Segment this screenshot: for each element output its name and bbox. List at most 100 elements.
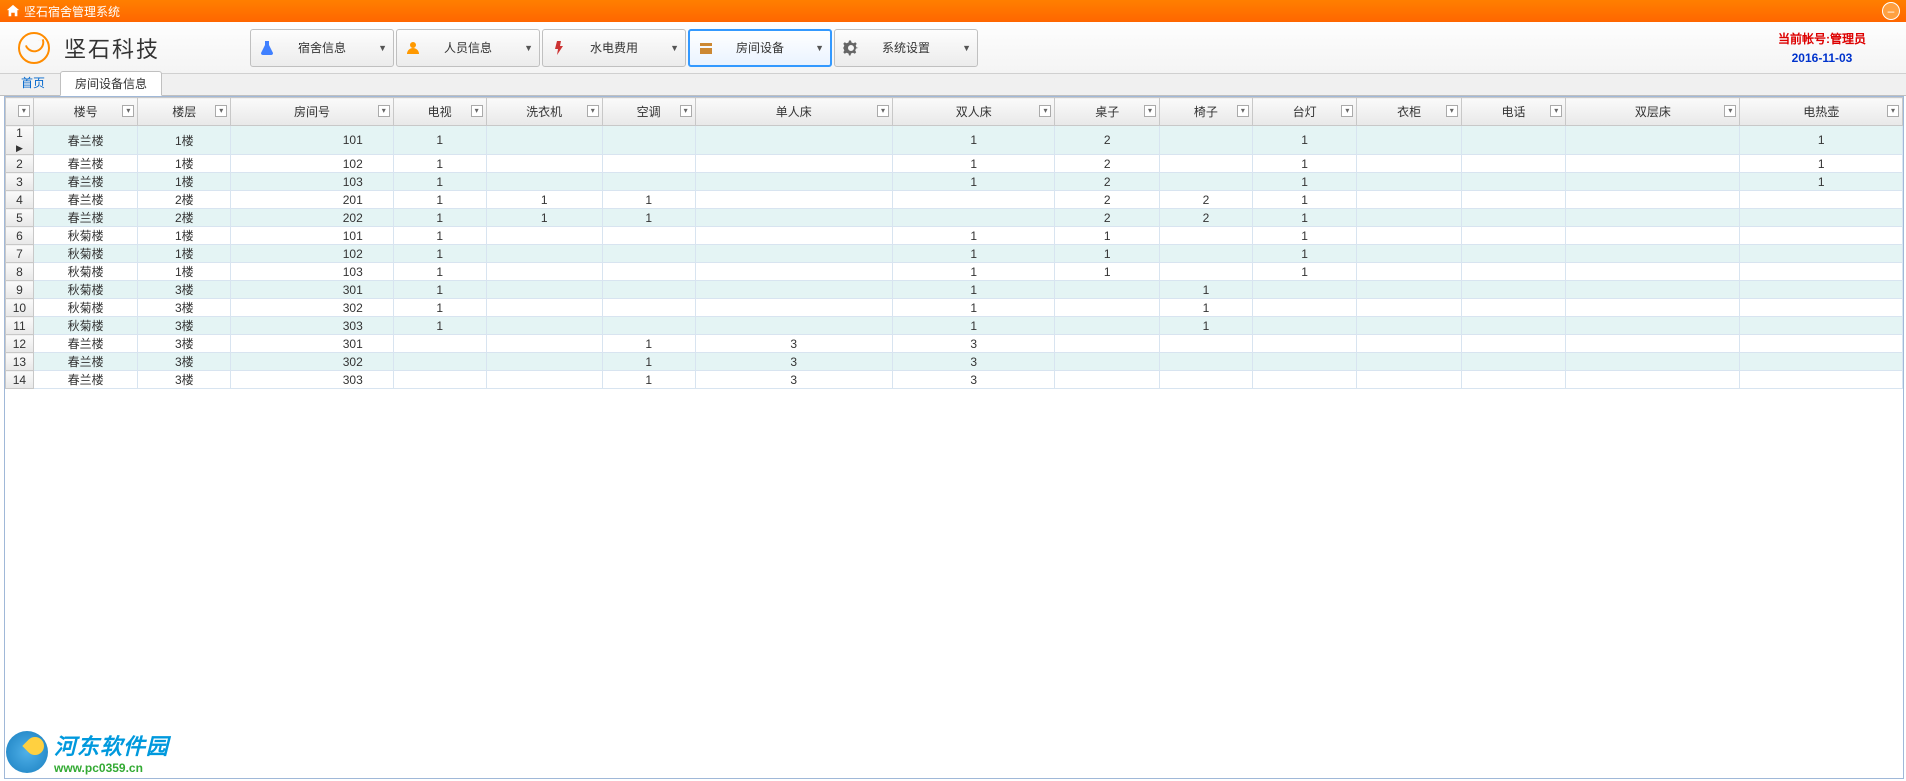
cell-building[interactable]: 秋菊楼 [33, 245, 137, 263]
cell-lamp[interactable]: 1 [1252, 227, 1356, 245]
cell-double_bed[interactable]: 3 [892, 353, 1055, 371]
cell-ac[interactable]: 1 [602, 209, 695, 227]
menu-equip[interactable]: 房间设备▼ [688, 29, 832, 67]
table-row[interactable]: 4春兰楼2楼201111221 [6, 191, 1903, 209]
cell-double_bed[interactable]: 1 [892, 155, 1055, 173]
filter-dropdown-icon[interactable]: ▾ [215, 105, 227, 117]
cell-wardrobe[interactable] [1357, 371, 1461, 389]
cell-wardrobe[interactable] [1357, 155, 1461, 173]
cell-bunk[interactable] [1566, 281, 1740, 299]
menu-people[interactable]: 人员信息▼ [396, 29, 540, 67]
cell-chair[interactable] [1159, 335, 1252, 353]
cell-chair[interactable]: 1 [1159, 299, 1252, 317]
cell-double_bed[interactable]: 1 [892, 173, 1055, 191]
table-row[interactable]: 7秋菊楼1楼1021111 [6, 245, 1903, 263]
table-row[interactable]: 14春兰楼3楼303133 [6, 371, 1903, 389]
row-number[interactable]: 14 [6, 371, 34, 389]
cell-wardrobe[interactable] [1357, 245, 1461, 263]
cell-building[interactable]: 秋菊楼 [33, 281, 137, 299]
cell-phone[interactable] [1461, 209, 1565, 227]
cell-washer[interactable] [486, 227, 602, 245]
cell-bunk[interactable] [1566, 353, 1740, 371]
cell-room[interactable]: 101 [231, 126, 394, 155]
data-grid[interactable]: ▾楼号▾楼层▾房间号▾电视▾洗衣机▾空调▾单人床▾双人床▾桌子▾椅子▾台灯▾衣柜… [4, 96, 1904, 779]
row-number[interactable]: 13 [6, 353, 34, 371]
cell-washer[interactable] [486, 299, 602, 317]
cell-desk[interactable] [1055, 281, 1159, 299]
cell-room[interactable]: 301 [231, 335, 394, 353]
cell-wardrobe[interactable] [1357, 317, 1461, 335]
row-number[interactable]: 8 [6, 263, 34, 281]
cell-single_bed[interactable] [695, 126, 892, 155]
cell-wardrobe[interactable] [1357, 227, 1461, 245]
cell-bunk[interactable] [1566, 173, 1740, 191]
cell-tv[interactable] [393, 371, 486, 389]
filter-dropdown-icon[interactable]: ▾ [122, 105, 134, 117]
cell-washer[interactable] [486, 263, 602, 281]
cell-double_bed[interactable] [892, 191, 1055, 209]
filter-dropdown-icon[interactable]: ▾ [1039, 105, 1051, 117]
cell-ac[interactable] [602, 173, 695, 191]
cell-floor[interactable]: 1楼 [138, 155, 231, 173]
cell-desk[interactable]: 2 [1055, 173, 1159, 191]
cell-ac[interactable] [602, 281, 695, 299]
cell-phone[interactable] [1461, 299, 1565, 317]
cell-kettle[interactable] [1740, 317, 1903, 335]
cell-room[interactable]: 301 [231, 281, 394, 299]
column-header-kettle[interactable]: 电热壶▾ [1740, 98, 1903, 126]
table-row[interactable]: 2春兰楼1楼10211211 [6, 155, 1903, 173]
cell-floor[interactable]: 3楼 [138, 299, 231, 317]
cell-double_bed[interactable] [892, 209, 1055, 227]
cell-kettle[interactable] [1740, 245, 1903, 263]
cell-ac[interactable]: 1 [602, 335, 695, 353]
filter-dropdown-icon[interactable]: ▾ [1887, 105, 1899, 117]
menu-gear[interactable]: 系统设置▼ [834, 29, 978, 67]
cell-bunk[interactable] [1566, 335, 1740, 353]
cell-phone[interactable] [1461, 317, 1565, 335]
cell-ac[interactable] [602, 245, 695, 263]
cell-lamp[interactable]: 1 [1252, 126, 1356, 155]
cell-room[interactable]: 103 [231, 263, 394, 281]
cell-floor[interactable]: 3楼 [138, 281, 231, 299]
table-row[interactable]: 13春兰楼3楼302133 [6, 353, 1903, 371]
cell-desk[interactable] [1055, 299, 1159, 317]
cell-ac[interactable]: 1 [602, 371, 695, 389]
cell-wardrobe[interactable] [1357, 173, 1461, 191]
cell-double_bed[interactable]: 1 [892, 227, 1055, 245]
cell-tv[interactable]: 1 [393, 191, 486, 209]
cell-single_bed[interactable] [695, 263, 892, 281]
cell-bunk[interactable] [1566, 209, 1740, 227]
cell-floor[interactable]: 1楼 [138, 245, 231, 263]
cell-washer[interactable] [486, 245, 602, 263]
cell-building[interactable]: 春兰楼 [33, 335, 137, 353]
cell-bunk[interactable] [1566, 371, 1740, 389]
cell-phone[interactable] [1461, 353, 1565, 371]
cell-wardrobe[interactable] [1357, 126, 1461, 155]
cell-phone[interactable] [1461, 126, 1565, 155]
cell-kettle[interactable] [1740, 353, 1903, 371]
menu-flask[interactable]: 宿舍信息▼ [250, 29, 394, 67]
cell-lamp[interactable] [1252, 299, 1356, 317]
cell-chair[interactable]: 1 [1159, 317, 1252, 335]
table-row[interactable]: 11秋菊楼3楼303111 [6, 317, 1903, 335]
cell-building[interactable]: 春兰楼 [33, 155, 137, 173]
cell-building[interactable]: 春兰楼 [33, 126, 137, 155]
cell-building[interactable]: 秋菊楼 [33, 263, 137, 281]
cell-double_bed[interactable]: 3 [892, 335, 1055, 353]
filter-dropdown-icon[interactable]: ▾ [1724, 105, 1736, 117]
cell-room[interactable]: 201 [231, 191, 394, 209]
column-header-chair[interactable]: 椅子▾ [1159, 98, 1252, 126]
cell-double_bed[interactable]: 1 [892, 317, 1055, 335]
cell-washer[interactable] [486, 281, 602, 299]
cell-wardrobe[interactable] [1357, 263, 1461, 281]
cell-kettle[interactable] [1740, 227, 1903, 245]
cell-kettle[interactable] [1740, 281, 1903, 299]
cell-wardrobe[interactable] [1357, 299, 1461, 317]
cell-washer[interactable] [486, 173, 602, 191]
cell-kettle[interactable] [1740, 371, 1903, 389]
cell-bunk[interactable] [1566, 263, 1740, 281]
cell-phone[interactable] [1461, 173, 1565, 191]
cell-desk[interactable]: 2 [1055, 126, 1159, 155]
cell-room[interactable]: 303 [231, 371, 394, 389]
cell-lamp[interactable]: 1 [1252, 245, 1356, 263]
